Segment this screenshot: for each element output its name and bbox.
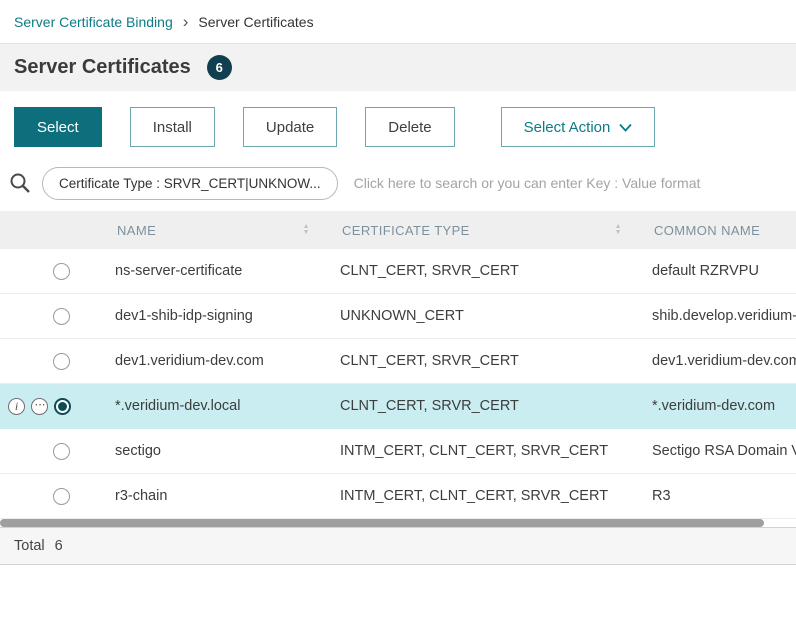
table-row: ns-server-certificate CLNT_CERT, SRVR_CE… <box>0 249 796 294</box>
cell-name: dev1-shib-idp-signing <box>97 308 322 324</box>
total-value: 6 <box>55 538 63 554</box>
ellipsis-icon[interactable]: ⋯ <box>31 398 48 415</box>
sort-icon: ▲▼ <box>303 224 310 236</box>
row-radio[interactable] <box>54 398 71 415</box>
certificates-table: NAME ▲▼ CERTIFICATE TYPE ▲▼ COMMON NAME … <box>0 211 796 519</box>
header-common-name[interactable]: COMMON NAME <box>634 211 796 249</box>
update-button[interactable]: Update <box>243 107 337 147</box>
delete-button[interactable]: Delete <box>365 107 454 147</box>
search-icon[interactable] <box>8 171 32 195</box>
install-button[interactable]: Install <box>130 107 215 147</box>
breadcrumb-separator-icon: › <box>183 13 189 30</box>
table-row: dev1.veridium-dev.com CLNT_CERT, SRVR_CE… <box>0 339 796 384</box>
page-title: Server Certificates <box>14 56 191 79</box>
cell-common-name: *.veridium-dev.com <box>634 398 796 414</box>
row-radio[interactable] <box>53 308 70 325</box>
row-radio[interactable] <box>53 263 70 280</box>
row-radio[interactable] <box>53 443 70 460</box>
cell-common-name: R3 <box>634 488 796 504</box>
page-header: Server Certificates 6 <box>0 44 796 91</box>
cell-name: dev1.veridium-dev.com <box>97 353 322 369</box>
cell-certificate-type: INTM_CERT, CLNT_CERT, SRVR_CERT <box>322 443 634 459</box>
toolbar: Select Install Update Delete Select Acti… <box>0 107 796 147</box>
table-header: NAME ▲▼ CERTIFICATE TYPE ▲▼ COMMON NAME <box>0 211 796 249</box>
breadcrumb: Server Certificate Binding › Server Cert… <box>0 0 796 44</box>
select-button[interactable]: Select <box>14 107 102 147</box>
breadcrumb-link[interactable]: Server Certificate Binding <box>14 14 173 30</box>
select-action-button[interactable]: Select Action <box>501 107 656 147</box>
table-row: dev1-shib-idp-signing UNKNOWN_CERT shib.… <box>0 294 796 339</box>
cell-name: r3-chain <box>97 488 322 504</box>
row-radio[interactable] <box>53 488 70 505</box>
cell-common-name: default RZRVPU <box>634 263 796 279</box>
header-certificate-type[interactable]: CERTIFICATE TYPE ▲▼ <box>322 211 634 249</box>
cell-name: sectigo <box>97 443 322 459</box>
table-footer: Total 6 <box>0 527 796 565</box>
sort-icon: ▲▼ <box>615 224 622 236</box>
cell-certificate-type: UNKNOWN_CERT <box>322 308 634 324</box>
filter-chip[interactable]: Certificate Type : SRVR_CERT|UNKNOW... <box>42 167 338 200</box>
select-action-label: Select Action <box>524 119 611 136</box>
table-row-selected: i ⋯ *.veridium-dev.local CLNT_CERT, SRVR… <box>0 384 796 429</box>
cell-certificate-type: INTM_CERT, CLNT_CERT, SRVR_CERT <box>322 488 634 504</box>
table-row: r3-chain INTM_CERT, CLNT_CERT, SRVR_CERT… <box>0 474 796 519</box>
table-row: sectigo INTM_CERT, CLNT_CERT, SRVR_CERT … <box>0 429 796 474</box>
cell-name: *.veridium-dev.local <box>97 398 322 414</box>
info-icon[interactable]: i <box>8 398 25 415</box>
search-input[interactable] <box>354 175 796 191</box>
cell-common-name: shib.develop.veridium-d <box>634 308 796 324</box>
breadcrumb-current: Server Certificates <box>198 14 313 30</box>
header-name[interactable]: NAME ▲▼ <box>97 211 322 249</box>
chevron-down-icon <box>619 123 632 132</box>
cell-name: ns-server-certificate <box>97 263 322 279</box>
total-label: Total <box>14 538 45 554</box>
cell-certificate-type: CLNT_CERT, SRVR_CERT <box>322 398 634 414</box>
count-badge: 6 <box>207 55 232 80</box>
cell-certificate-type: CLNT_CERT, SRVR_CERT <box>322 353 634 369</box>
search-bar: Certificate Type : SRVR_CERT|UNKNOW... <box>0 164 796 202</box>
cell-certificate-type: CLNT_CERT, SRVR_CERT <box>322 263 634 279</box>
cell-common-name: Sectigo RSA Domain Va <box>634 443 796 459</box>
cell-common-name: dev1.veridium-dev.com <box>634 353 796 369</box>
horizontal-scrollbar[interactable] <box>0 519 764 527</box>
row-radio[interactable] <box>53 353 70 370</box>
